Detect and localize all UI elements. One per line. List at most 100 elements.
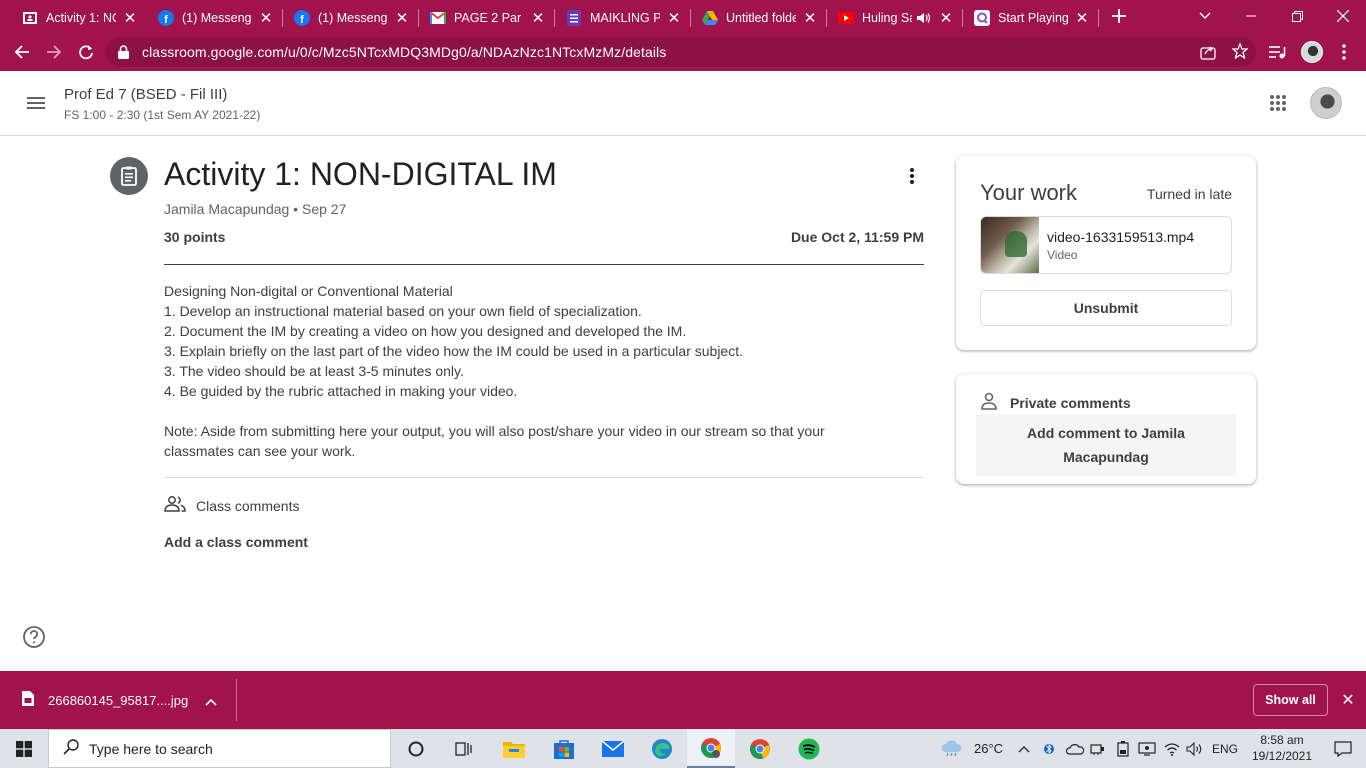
tab-youtube[interactable]: Huling Sa ✕: [826, 4, 960, 32]
description-gap: [164, 401, 924, 421]
media-control-icon[interactable]: [1264, 38, 1292, 66]
battery-icon[interactable]: [1116, 729, 1130, 768]
add-private-comment-button[interactable]: Add comment to Jamila Macapundag: [976, 414, 1236, 476]
attachment-type: Video: [1047, 248, 1078, 262]
temperature: 26°C: [974, 741, 1004, 756]
download-item[interactable]: 266860145_95817....jpg: [22, 691, 188, 709]
tab-title: PAGE 2 Par -: [454, 11, 524, 25]
attachment-card[interactable]: video-1633159513.mp4 Video: [980, 216, 1232, 274]
tab-title: MAIKLING PA: [590, 11, 660, 25]
address-bar[interactable]: classroom.google.com/u/0/c/Mzc5NTcxMDQ3M…: [106, 37, 1256, 67]
taskbar-search-box[interactable]: Type here to search: [48, 729, 391, 768]
tab-drive[interactable]: Untitled folde ✕: [690, 4, 824, 32]
chrome-profile-icon[interactable]: [687, 729, 735, 768]
bookmark-star-icon[interactable]: [1231, 42, 1249, 64]
notification-icon[interactable]: [1320, 729, 1366, 768]
forward-button[interactable]: [40, 38, 68, 66]
close-icon[interactable]: ✕: [1338, 690, 1358, 710]
tab-gmail[interactable]: PAGE 2 Par - ✕: [418, 4, 552, 32]
tab-messenger-2[interactable]: f (1) Messenge ✕: [282, 4, 416, 32]
share-icon[interactable]: [1200, 44, 1216, 65]
search-icon: [63, 739, 79, 758]
description-line: 3. The video should be at least 3-5 minu…: [164, 363, 464, 379]
attachment-name[interactable]: video-1633159513.mp4: [1047, 229, 1194, 245]
close-icon[interactable]: ✕: [1074, 10, 1090, 27]
language-indicator[interactable]: ENG: [1212, 729, 1238, 768]
tab-quizizz[interactable]: Start Playing ✕: [962, 4, 1096, 32]
browser-menu-icon[interactable]: [1330, 38, 1358, 66]
unsubmit-button[interactable]: Unsubmit: [980, 290, 1232, 326]
add-comment-line: Add comment to Jamila: [1027, 425, 1185, 441]
close-window-button[interactable]: [1320, 0, 1366, 32]
tab-title: Huling Sa: [862, 11, 912, 25]
note-line: Note: Aside from submitting here your ou…: [164, 423, 825, 439]
new-tab-button[interactable]: [1096, 0, 1142, 32]
hamburger-menu-icon[interactable]: [20, 91, 52, 115]
tab-title: Activity 1: NO: [46, 11, 116, 25]
profile-avatar[interactable]: [1298, 38, 1326, 66]
assignment-title: Activity 1: NON-DIGITAL IM: [164, 156, 557, 192]
microsoft-store-icon[interactable]: [540, 729, 588, 768]
close-icon[interactable]: ✕: [530, 10, 546, 27]
gmail-icon: [430, 10, 446, 26]
onedrive-icon[interactable]: [1066, 729, 1084, 768]
video-thumbnail[interactable]: [981, 217, 1039, 273]
close-icon[interactable]: ✕: [666, 10, 682, 27]
back-button[interactable]: [8, 38, 36, 66]
mail-icon[interactable]: [589, 729, 637, 768]
private-comments-card: Private comments Add comment to Jamila M…: [956, 374, 1256, 484]
browser-toolbar: classroom.google.com/u/0/c/Mzc5NTcxMDQ3M…: [0, 34, 1366, 71]
class-comments-header: Class comments: [164, 496, 299, 515]
windows-start-icon[interactable]: [0, 729, 48, 768]
chevron-up-icon[interactable]: [1018, 729, 1034, 768]
private-comments-header: Private comments: [980, 392, 1131, 413]
weather-widget[interactable]: 26°C: [940, 729, 1003, 768]
description-line: 4. Be guided by the rubric attached in m…: [164, 383, 518, 399]
more-options-icon[interactable]: [900, 163, 924, 189]
tab-search-chevron-icon[interactable]: [1182, 0, 1228, 32]
download-file-name[interactable]: 266860145_95817....jpg: [48, 693, 188, 708]
description-line: Designing Non-digital or Conventional Ma…: [164, 283, 453, 299]
account-avatar[interactable]: [1310, 87, 1342, 119]
wifi-icon[interactable]: [1164, 729, 1180, 768]
spotify-icon[interactable]: [785, 729, 833, 768]
class-title[interactable]: Prof Ed 7 (BSED - Fil III): [64, 86, 227, 103]
close-icon[interactable]: ✕: [802, 10, 818, 27]
help-icon[interactable]: [22, 625, 46, 649]
url-text[interactable]: classroom.google.com/u/0/c/Mzc5NTcxMDQ3M…: [142, 44, 666, 60]
chrome-icon[interactable]: [736, 729, 784, 768]
close-icon[interactable]: ✕: [258, 10, 274, 27]
clock-time: 8:58 am: [1260, 733, 1304, 747]
task-view-icon[interactable]: [440, 729, 488, 768]
drive-icon: [702, 10, 718, 26]
show-all-button[interactable]: Show all: [1253, 684, 1328, 716]
cortana-icon[interactable]: [392, 729, 440, 768]
tab-messenger-1[interactable]: f (1) Messenge ✕: [146, 4, 280, 32]
file-explorer-icon[interactable]: [490, 729, 538, 768]
system-clock[interactable]: 8:58 am 19/12/2021: [1244, 732, 1320, 764]
edge-icon[interactable]: [638, 729, 686, 768]
volume-icon[interactable]: [1186, 729, 1204, 768]
restore-button[interactable]: [1274, 0, 1320, 32]
tab-forms[interactable]: MAIKLING PA ✕: [554, 4, 688, 32]
chevron-up-icon[interactable]: [205, 693, 217, 711]
bluetooth-icon[interactable]: [1044, 729, 1054, 768]
search-placeholder: Type here to search: [89, 740, 213, 757]
display-icon[interactable]: [1138, 729, 1156, 768]
forms-icon: [566, 10, 582, 26]
tab-title: (1) Messenge: [182, 11, 252, 25]
close-icon[interactable]: ✕: [938, 10, 954, 27]
speaker-icon[interactable]: [916, 10, 932, 26]
close-icon[interactable]: ✕: [122, 10, 138, 27]
tab-title: (1) Messenge: [318, 11, 388, 25]
lock-icon[interactable]: [118, 45, 129, 64]
add-class-comment-button[interactable]: Add a class comment: [164, 534, 308, 550]
tab-activity[interactable]: Activity 1: NO ✕: [10, 4, 144, 32]
quizizz-icon: [974, 10, 990, 26]
add-comment-line: Macapundag: [1063, 449, 1149, 465]
close-icon[interactable]: ✕: [394, 10, 410, 27]
reload-button[interactable]: [72, 38, 100, 66]
google-apps-icon[interactable]: [1264, 89, 1292, 117]
minimize-button[interactable]: [1228, 0, 1274, 32]
network-adapter-icon[interactable]: [1090, 729, 1106, 768]
